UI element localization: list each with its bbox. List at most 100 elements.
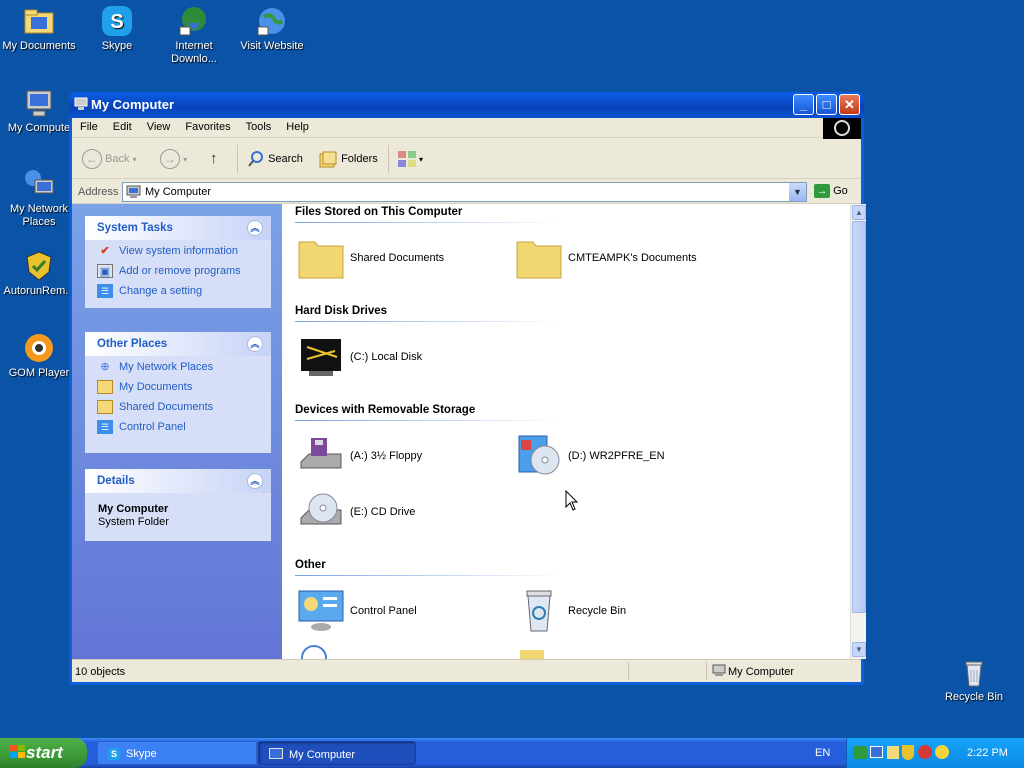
- computer-icon: [712, 664, 726, 676]
- scroll-thumb[interactable]: [852, 221, 866, 613]
- place-my-network-places[interactable]: ⊕ My Network Places: [85, 356, 271, 376]
- task-add-remove-programs[interactable]: ▣ Add or remove programs: [85, 260, 271, 280]
- back-label: Back: [105, 153, 130, 165]
- desktop-icon-autorun[interactable]: AutorunRem...: [0, 250, 78, 298]
- minimize-button[interactable]: _: [793, 94, 814, 115]
- search-icon: [248, 151, 263, 167]
- taskbar-label: Skype: [126, 748, 157, 760]
- address-input[interactable]: My Computer ▼: [122, 182, 807, 202]
- computer-icon: [26, 90, 52, 117]
- window-title-bar[interactable]: My Computer _ □ ✕: [69, 92, 864, 118]
- local-disk-icon: [301, 339, 341, 376]
- windows-flag-icon: [10, 745, 25, 758]
- close-button[interactable]: ✕: [839, 94, 860, 115]
- address-dropdown-button[interactable]: ▼: [789, 183, 806, 201]
- task-change-setting[interactable]: ☰ Change a setting: [85, 280, 271, 300]
- system-tasks-header[interactable]: System Tasks ︽: [85, 216, 271, 240]
- messenger-tray-icon[interactable]: [935, 745, 949, 759]
- svg-text:S: S: [110, 11, 123, 33]
- taskbar-button-skype[interactable]: S Skype: [97, 741, 257, 765]
- notes-tray-icon[interactable]: [887, 746, 899, 759]
- folder-icon: [516, 241, 562, 279]
- menu-view[interactable]: View: [139, 118, 178, 133]
- other-places-panel: Other Places ︽ ⊕ My Network Places My Docu…: [85, 332, 271, 453]
- item-label: Control Panel: [350, 605, 417, 617]
- taskbar: start S Skype My Computer EN 2:22 PM: [0, 738, 1024, 768]
- cd-drive-icon: [300, 493, 342, 525]
- desktop-icon-my-network-places[interactable]: My Network Places: [0, 168, 78, 229]
- details-header[interactable]: Details ︽: [85, 469, 271, 493]
- computer-icon: [126, 185, 141, 198]
- skype-icon: S: [108, 748, 120, 760]
- menu-favorites[interactable]: Favorites: [177, 118, 237, 133]
- menu-bar: File Edit View Favorites Tools Help: [72, 118, 861, 138]
- views-dropdown-icon: ▾: [419, 155, 424, 164]
- antivirus-tray-icon[interactable]: [918, 745, 932, 759]
- back-button[interactable]: ← Back ▾: [82, 148, 137, 170]
- task-label: Change a setting: [119, 284, 203, 297]
- menu-file[interactable]: File: [72, 118, 105, 133]
- other-places-title: Other Places: [97, 338, 168, 350]
- up-button[interactable]: ↑: [210, 148, 218, 170]
- desktop-icon-visit-website[interactable]: Visit Website: [233, 5, 311, 53]
- clock[interactable]: 2:22 PM: [967, 747, 1008, 759]
- go-button[interactable]: → Go: [814, 184, 848, 198]
- task-label: Add or remove programs: [119, 264, 241, 277]
- network-tray-icon[interactable]: [853, 746, 867, 759]
- other-places-header[interactable]: Other Places ︽: [85, 332, 271, 356]
- collapse-chevron-icon[interactable]: ︽: [247, 336, 263, 352]
- folders-button[interactable]: Folders: [318, 148, 378, 170]
- control-panel-icon: ☰: [97, 284, 113, 298]
- install-disc-icon: [518, 435, 560, 475]
- network-icon: ⊕: [100, 361, 110, 373]
- language-indicator[interactable]: EN: [815, 747, 830, 759]
- scroll-up-button[interactable]: ▲: [852, 205, 866, 220]
- desktop-icon-gom-player[interactable]: GOM Player: [0, 332, 78, 380]
- forward-button[interactable]: → ▾: [160, 148, 187, 170]
- display-tray-icon[interactable]: [870, 746, 883, 758]
- section-hard-disk-drives: Hard Disk Drives: [295, 305, 564, 322]
- desktop-icon-skype[interactable]: S Skype: [78, 5, 156, 53]
- place-label: Control Panel: [119, 420, 186, 433]
- place-label: My Documents: [119, 380, 193, 393]
- window-title: My Computer: [91, 97, 175, 112]
- desktop-icon-internet-download[interactable]: Internet Downlo...: [155, 5, 233, 66]
- recycle-bin-icon: [526, 590, 552, 632]
- go-arrow-icon: →: [814, 184, 830, 198]
- collapse-chevron-icon[interactable]: ︽: [247, 473, 263, 489]
- desktop-icon-recycle-bin[interactable]: Recycle Bin: [935, 656, 1013, 704]
- start-label: start: [26, 743, 63, 762]
- menu-tools[interactable]: Tools: [238, 118, 279, 133]
- place-control-panel[interactable]: ☰ Control Panel: [85, 416, 271, 436]
- menu-help[interactable]: Help: [278, 118, 316, 133]
- menu-edit[interactable]: Edit: [105, 118, 139, 133]
- maximize-button[interactable]: □: [816, 94, 837, 115]
- shield-icon: [26, 251, 52, 281]
- views-button[interactable]: ▾: [397, 148, 423, 170]
- desktop-icon-label: My Network Places: [9, 203, 69, 228]
- start-button[interactable]: start: [0, 738, 87, 768]
- task-pane: System Tasks ︽ ✔ View system information ▣…: [72, 204, 282, 659]
- desktop-icon-my-documents[interactable]: My Documents: [0, 5, 78, 53]
- vertical-scrollbar[interactable]: ▲ ▼: [850, 204, 866, 659]
- collapse-chevron-icon[interactable]: ︽: [247, 220, 263, 236]
- details-title: Details: [97, 475, 135, 487]
- windows-logo: [823, 118, 861, 139]
- address-label: Address: [78, 186, 119, 198]
- toolbar-separator: [237, 145, 238, 173]
- computer-icon: [74, 97, 88, 110]
- shield-tray-icon[interactable]: [902, 745, 914, 760]
- task-label: View system information: [119, 244, 239, 257]
- place-my-documents[interactable]: My Documents: [85, 376, 271, 396]
- taskbar-button-my-computer[interactable]: My Computer: [258, 741, 416, 765]
- search-button[interactable]: Search: [247, 148, 303, 170]
- place-shared-documents[interactable]: Shared Documents: [85, 396, 271, 416]
- desktop-icon-my-computer[interactable]: My Compute: [0, 87, 78, 135]
- section-removable-storage: Devices with Removable Storage: [295, 404, 564, 421]
- task-view-system-info[interactable]: ✔ View system information: [85, 240, 271, 260]
- status-bar: 10 objects My Computer: [72, 659, 861, 682]
- scroll-down-button[interactable]: ▼: [852, 642, 866, 657]
- address-value: My Computer: [145, 186, 212, 198]
- skype-icon: S: [102, 6, 132, 36]
- item-label: CMTEAMPK's Documents: [568, 252, 697, 264]
